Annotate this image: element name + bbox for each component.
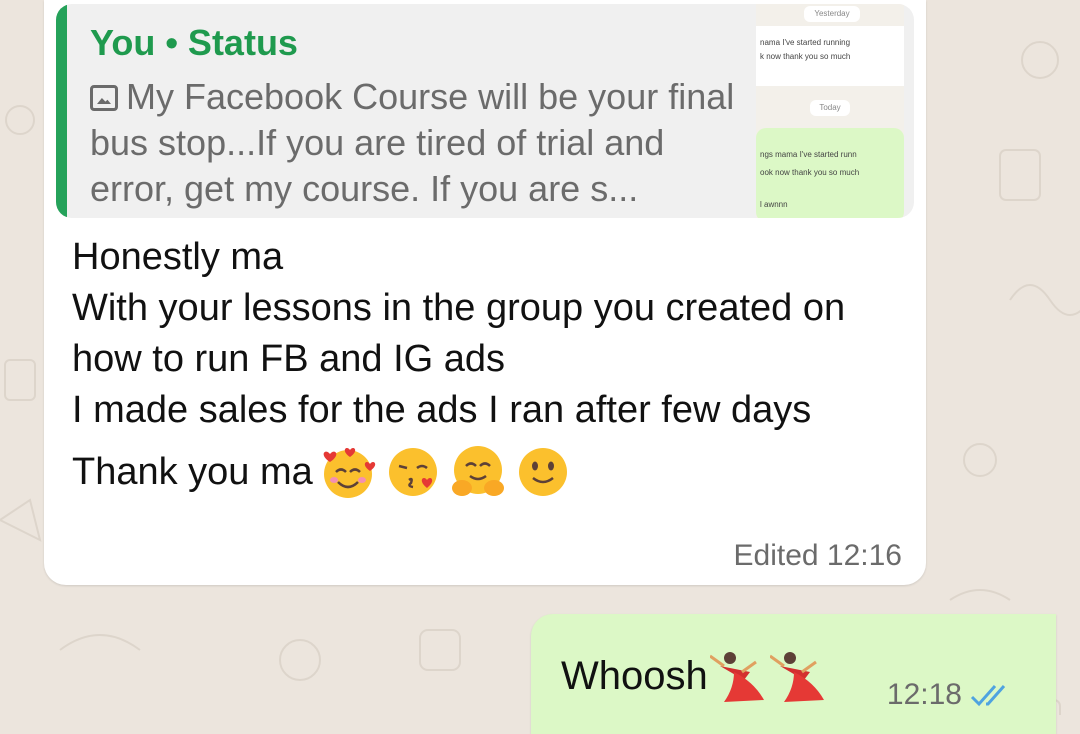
message-line: With your lessons in the group you creat…	[72, 287, 846, 380]
smiling-face-with-hearts-icon	[323, 447, 375, 498]
message-line: Honestly ma	[72, 236, 284, 278]
message-time: 12:18	[886, 678, 962, 711]
quote-text: My Facebook Course will be your final bu…	[90, 76, 735, 209]
thumb-line: ook now thank you so much	[760, 168, 860, 177]
thumb-date-chip: Today	[810, 100, 850, 116]
hugging-face-icon	[451, 446, 504, 496]
incoming-message-bubble[interactable]: You • Status My Facebook Course will be …	[44, 0, 926, 585]
message-time: 12:16	[826, 539, 902, 572]
thumb-line: nama I've started running	[760, 38, 851, 47]
outgoing-message-body: Whoosh	[561, 646, 828, 706]
edited-label: Edited	[733, 539, 819, 572]
woman-dancing-icon	[769, 652, 824, 702]
quote-accent-bar	[56, 4, 67, 218]
slightly-smiling-face-icon	[518, 448, 567, 496]
thanks-line: Thank you ma	[72, 442, 872, 502]
outgoing-message-bubble[interactable]: Whoosh 12:18	[531, 614, 1056, 734]
image-icon	[90, 85, 118, 111]
thumb-line: k now thank you so much	[760, 52, 851, 61]
thumb-line: ngs mama I've started runn	[760, 150, 857, 159]
thumb-line: l awnnn	[760, 200, 788, 209]
double-check-read-icon	[970, 685, 1006, 707]
thumb-date-chip: Yesterday	[804, 6, 860, 22]
quoted-status-reply[interactable]: You • Status My Facebook Course will be …	[56, 4, 914, 218]
message-body: Honestly ma With your lessons in the gro…	[72, 232, 872, 502]
quote-text-block: My Facebook Course will be your final bu…	[90, 74, 750, 212]
woman-dancing-icon	[709, 652, 764, 702]
outgoing-message-text: Whoosh	[561, 653, 708, 698]
incoming-message-meta: Edited 12:16	[734, 539, 903, 573]
thanks-text: Thank you ma	[72, 450, 313, 493]
message-line: I made sales for the ads I ran after few…	[72, 389, 812, 431]
outgoing-message-meta: 12:18	[887, 678, 1014, 712]
status-thumbnail[interactable]: Yesterday nama I've started running k no…	[756, 4, 904, 218]
quote-author: You • Status	[90, 22, 298, 63]
face-blowing-kiss-icon	[388, 448, 437, 496]
